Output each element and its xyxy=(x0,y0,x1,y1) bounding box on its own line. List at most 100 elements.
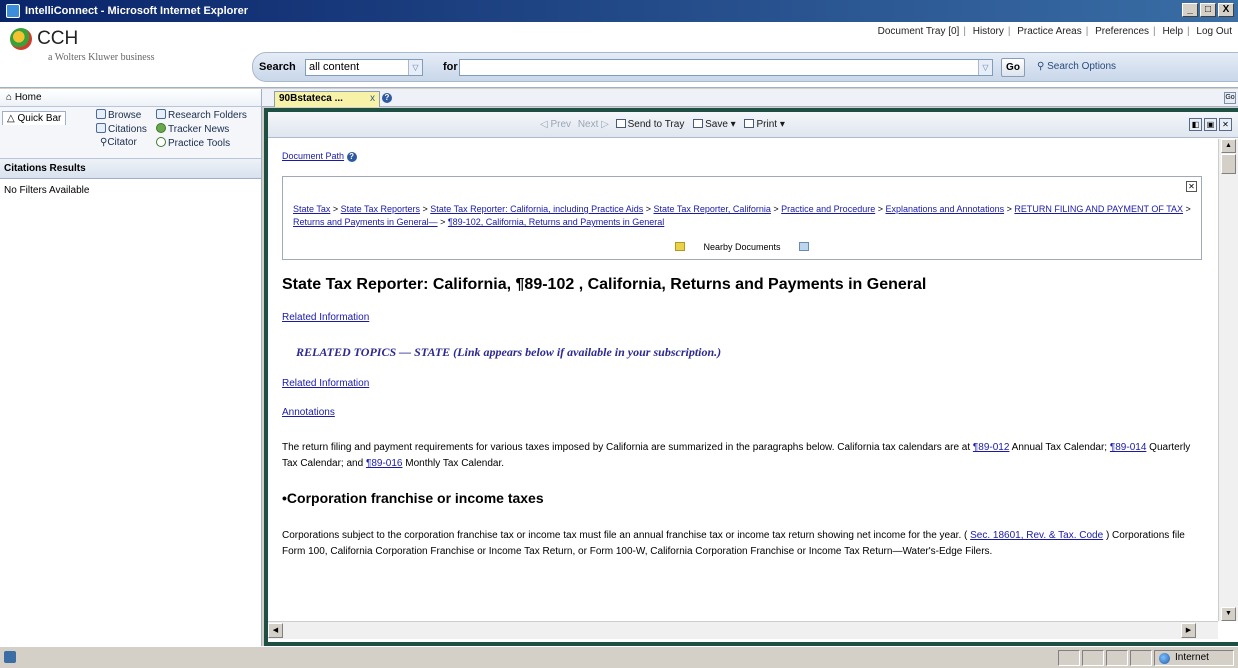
breadcrumb-item[interactable]: Explanations and Annotations xyxy=(885,204,1004,214)
search-input[interactable]: ▽ xyxy=(459,59,993,76)
practice-tools-link[interactable]: Practice Tools xyxy=(156,137,230,149)
scroll-right-icon[interactable]: ▶ xyxy=(1181,623,1196,638)
close-tab-icon[interactable]: x xyxy=(370,93,375,104)
breadcrumb-item[interactable]: RETURN FILING AND PAYMENT OF TAX xyxy=(1014,204,1183,214)
scroll-thumb[interactable] xyxy=(1221,154,1236,174)
help-icon[interactable]: ? xyxy=(382,93,392,103)
app-header: CCH a Wolters Kluwer business Document T… xyxy=(0,22,1238,88)
breadcrumb-item[interactable]: State Tax Reporter: California, includin… xyxy=(430,204,643,214)
citator-label: Citator xyxy=(107,137,137,148)
folder-icon xyxy=(156,109,166,119)
home-link[interactable]: ⌂ Home xyxy=(0,89,261,107)
document-tab[interactable]: 90Bstateca ... x xyxy=(274,91,380,107)
save-icon xyxy=(693,119,704,128)
tracker-news-link[interactable]: Tracker News xyxy=(156,123,229,135)
next-button[interactable]: Next ▷ xyxy=(578,119,609,130)
annual-calendar-link[interactable]: ¶89-012 xyxy=(973,442,1010,453)
home-icon: ⌂ xyxy=(6,92,13,103)
magnifier-icon: ⚲ xyxy=(1037,61,1045,72)
related-topics-heading: RELATED TOPICS — STATE (Link appears bel… xyxy=(296,345,722,359)
view-controls: ◧ ▣ ✕ xyxy=(1189,118,1232,131)
document-tray-link[interactable]: Document Tray [0] xyxy=(878,26,960,37)
window-titlebar: IntelliConnect - Microsoft Internet Expl… xyxy=(0,0,1238,22)
breadcrumb-item[interactable]: Returns and Payments in General— xyxy=(293,217,438,227)
related-information-section: Related Information xyxy=(282,312,1202,323)
corporation-paragraph: Corporations subject to the corporation … xyxy=(282,528,1202,560)
help-icon[interactable]: ? xyxy=(346,152,357,162)
status-cell xyxy=(1082,650,1104,666)
paragraph-text: Annual Tax Calendar; xyxy=(1009,442,1110,453)
quarterly-calendar-link[interactable]: ¶89-014 xyxy=(1110,442,1147,453)
left-pane: ⌂ Home △ Quick Bar Browse Research Folde… xyxy=(0,89,262,646)
tray-icon xyxy=(615,119,626,128)
close-view-icon[interactable]: ✕ xyxy=(1219,118,1232,131)
scroll-up-icon[interactable]: ▲ xyxy=(1221,139,1236,153)
breadcrumb-item[interactable]: State Tax xyxy=(293,204,330,214)
browse-link[interactable]: Browse xyxy=(96,109,141,121)
search-scope-select[interactable]: all content ▽ xyxy=(305,59,423,76)
citations-link[interactable]: Citations xyxy=(96,123,147,135)
help-link[interactable]: Help xyxy=(1162,26,1183,37)
maximize-button[interactable]: □ xyxy=(1200,3,1216,17)
citator-link[interactable]: ⚲Citator xyxy=(100,137,137,148)
next-document-icon[interactable] xyxy=(799,242,810,251)
related-information-link[interactable]: Related Information xyxy=(282,378,369,389)
go-button[interactable]: Go xyxy=(1001,58,1025,77)
status-cells xyxy=(1058,650,1152,666)
pane-toggle-icon[interactable]: Go xyxy=(1224,92,1236,104)
chevron-down-icon[interactable]: ▽ xyxy=(978,60,992,75)
breadcrumb-item[interactable]: State Tax Reporters xyxy=(341,204,420,214)
quick-bar-toggle[interactable]: △ Quick Bar xyxy=(2,111,67,125)
citations-icon xyxy=(96,123,106,133)
log-out-link[interactable]: Log Out xyxy=(1196,26,1232,37)
related-information-link[interactable]: Related Information xyxy=(282,312,369,323)
search-label: Search xyxy=(259,61,296,73)
previous-document-icon[interactable] xyxy=(674,242,685,251)
preferences-link[interactable]: Preferences xyxy=(1095,26,1149,37)
scroll-down-icon[interactable]: ▼ xyxy=(1221,607,1236,621)
print-button[interactable]: Print ▾ xyxy=(744,119,785,130)
window-title: IntelliConnect - Microsoft Internet Expl… xyxy=(25,5,249,17)
minimize-button[interactable]: _ xyxy=(1182,3,1198,17)
chevron-down-icon[interactable]: ▽ xyxy=(408,60,422,75)
citations-results-header: Citations Results xyxy=(0,159,261,179)
document-path-link[interactable]: Document Path xyxy=(282,151,344,161)
vertical-scrollbar[interactable]: ▲ ▼ xyxy=(1218,139,1238,621)
code-section-link[interactable]: Sec. 18601, Rev. & Tax. Code xyxy=(970,530,1103,541)
maximize-view-icon[interactable]: ▣ xyxy=(1204,118,1217,131)
cch-logo[interactable]: CCH a Wolters Kluwer business xyxy=(10,28,155,63)
tracker-news-icon xyxy=(156,123,166,133)
breadcrumb-item[interactable]: Practice and Procedure xyxy=(781,204,875,214)
history-link[interactable]: History xyxy=(973,26,1004,37)
restore-view-icon[interactable]: ◧ xyxy=(1189,118,1202,131)
intro-paragraph: The return filing and payment requiremen… xyxy=(282,440,1202,472)
save-button[interactable]: Save ▾ xyxy=(693,119,736,130)
close-button[interactable]: X xyxy=(1218,3,1234,17)
top-links: Document Tray [0] | History | Practice Are… xyxy=(877,26,1232,37)
prev-button[interactable]: ◁ Prev xyxy=(540,119,571,130)
practice-areas-link[interactable]: Practice Areas xyxy=(1017,26,1081,37)
scroll-left-icon[interactable]: ◀ xyxy=(268,623,283,638)
send-to-tray-label: Send to Tray xyxy=(627,119,685,130)
document-toolbar: ◁ Prev Next ▷ Send to Tray Save ▾ Print … xyxy=(268,112,1238,138)
monthly-calendar-link[interactable]: ¶89-016 xyxy=(366,458,403,469)
search-options-link[interactable]: ⚲ Search Options xyxy=(1037,61,1116,72)
annotations-link[interactable]: Annotations xyxy=(282,407,335,418)
send-to-tray-button[interactable]: Send to Tray xyxy=(615,119,685,130)
tracker-news-label: Tracker News xyxy=(168,124,230,135)
breadcrumb-item[interactable]: State Tax Reporter, California xyxy=(653,204,770,214)
search-bar: Search all content ▽ for ▽ Go ⚲ Search O… xyxy=(252,52,1238,82)
quick-bar-label: Quick Bar xyxy=(17,113,62,124)
research-folders-link[interactable]: Research Folders xyxy=(156,109,247,121)
paragraph-text: The return filing and payment requiremen… xyxy=(282,442,973,453)
nearby-documents: Nearby Documents xyxy=(293,241,1191,254)
horizontal-scrollbar[interactable]: ◀ ▶ xyxy=(268,621,1218,639)
breadcrumb-item[interactable]: ¶89-102, California, Returns and Payment… xyxy=(448,217,664,227)
brand-tagline: a Wolters Kluwer business xyxy=(48,52,155,63)
document-content: Document Path ? ✕ State Tax > State Tax … xyxy=(268,139,1216,621)
page-title: State Tax Reporter: California, ¶89-102 … xyxy=(282,276,927,293)
close-icon[interactable]: ✕ xyxy=(1186,181,1197,192)
document-frame: ◁ Prev Next ▷ Send to Tray Save ▾ Print … xyxy=(264,108,1238,646)
print-icon xyxy=(744,119,755,128)
save-label: Save ▾ xyxy=(705,119,736,130)
